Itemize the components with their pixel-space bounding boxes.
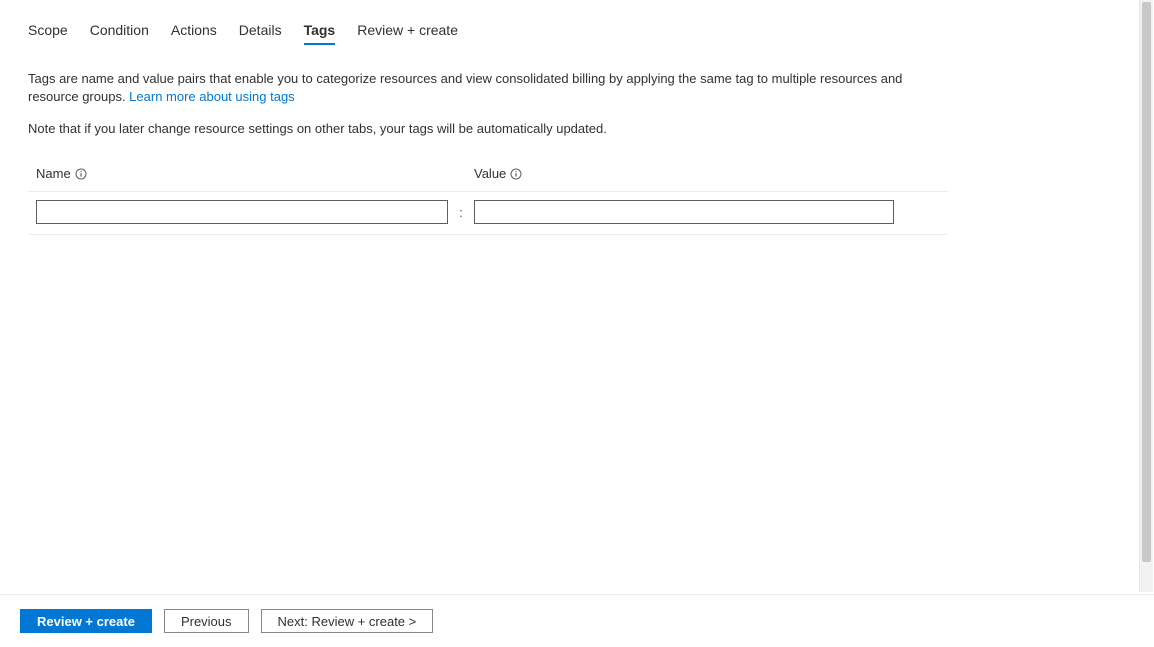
learn-more-link[interactable]: Learn more about using tags: [129, 89, 295, 104]
info-icon[interactable]: [510, 168, 522, 180]
next-button[interactable]: Next: Review + create >: [261, 609, 434, 633]
tab-condition[interactable]: Condition: [90, 22, 149, 44]
tags-row: :: [28, 192, 948, 235]
column-header-value-label: Value: [474, 166, 506, 181]
column-header-name: Name: [28, 166, 448, 181]
tab-bar: Scope Condition Actions Details Tags Rev…: [28, 0, 1120, 52]
review-create-button[interactable]: Review + create: [20, 609, 152, 633]
tag-value-input[interactable]: [474, 200, 894, 224]
tab-scope[interactable]: Scope: [28, 22, 68, 44]
tag-separator: :: [448, 205, 474, 220]
info-icon[interactable]: [75, 168, 87, 180]
tab-review-create[interactable]: Review + create: [357, 22, 458, 44]
tags-note: Note that if you later change resource s…: [28, 120, 1120, 138]
footer-bar: Review + create Previous Next: Review + …: [0, 594, 1154, 647]
column-header-name-label: Name: [36, 166, 71, 181]
tab-actions[interactable]: Actions: [171, 22, 217, 44]
scrollbar-thumb[interactable]: [1142, 2, 1151, 562]
tag-name-input[interactable]: [36, 200, 448, 224]
previous-button[interactable]: Previous: [164, 609, 249, 633]
column-header-value: Value: [474, 166, 894, 181]
scrollbar[interactable]: [1139, 0, 1153, 592]
tags-table: Name Value: [28, 166, 948, 235]
tags-header-row: Name Value: [28, 166, 948, 192]
tab-tags[interactable]: Tags: [304, 22, 336, 44]
tab-details[interactable]: Details: [239, 22, 282, 44]
tags-description: Tags are name and value pairs that enabl…: [28, 70, 928, 106]
